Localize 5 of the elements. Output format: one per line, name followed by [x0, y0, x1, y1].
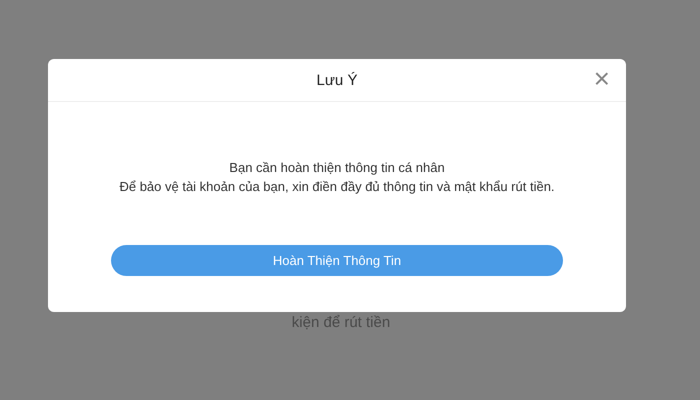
message-text: Bạn cần hoàn thiện thông tin cá nhân	[228, 159, 446, 177]
dialog-title: Lưu Ý	[316, 72, 358, 88]
message-text: Để bảo vệ tài khoản của bạn, xin điền đầy đủ thông tin và mật khẩu rút tiền.	[118, 178, 556, 196]
close-button[interactable]: ×	[592, 67, 612, 91]
complete-info-button[interactable]: Hoàn Thiện Thông Tin	[111, 245, 563, 276]
